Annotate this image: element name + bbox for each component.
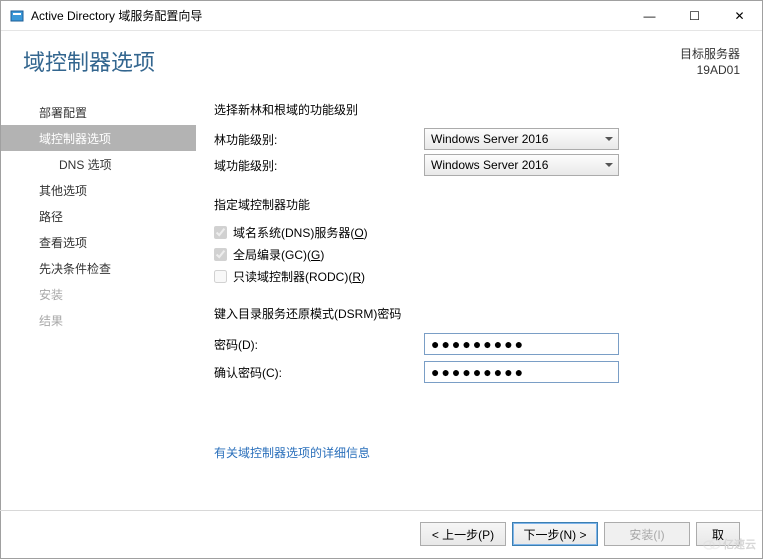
more-info-link-wrap: 有关域控制器选项的详细信息 xyxy=(214,444,740,461)
target-label: 目标服务器 xyxy=(680,47,740,63)
func-level-title: 选择新林和根域的功能级别 xyxy=(214,101,740,118)
dns-checkbox xyxy=(214,226,227,239)
body: 部署配置 域控制器选项 DNS 选项 其他选项 路径 查看选项 先决条件检查 安… xyxy=(1,91,762,486)
confirm-password-label: 确认密码(C): xyxy=(214,364,424,381)
wizard-buttons: < 上一步(P) 下一步(N) > 安装(I) 取 xyxy=(420,522,740,546)
nav-review[interactable]: 查看选项 xyxy=(1,229,196,255)
nav-dns-options[interactable]: DNS 选项 xyxy=(1,151,196,177)
target-value: 19AD01 xyxy=(680,63,740,79)
minimize-button[interactable]: — xyxy=(627,1,672,31)
app-icon xyxy=(9,8,25,24)
dsrm-title: 键入目录服务还原模式(DSRM)密码 xyxy=(214,305,740,322)
more-info-link[interactable]: 有关域控制器选项的详细信息 xyxy=(214,446,370,460)
nav-other-options[interactable]: 其他选项 xyxy=(1,177,196,203)
window-title: Active Directory 域服务配置向导 xyxy=(31,7,627,24)
maximize-button[interactable]: ☐ xyxy=(672,1,717,31)
confirm-password-field[interactable] xyxy=(424,361,619,383)
next-button[interactable]: 下一步(N) > xyxy=(512,522,598,546)
page-title: 域控制器选项 xyxy=(23,45,680,77)
forest-level-select[interactable] xyxy=(424,128,619,150)
dns-checkbox-label: 域名系统(DNS)服务器(O) xyxy=(233,224,368,241)
prev-button[interactable]: < 上一步(P) xyxy=(420,522,506,546)
gc-checkbox-label: 全局编录(GC)(G) xyxy=(233,246,324,263)
nav-paths[interactable]: 路径 xyxy=(1,203,196,229)
forest-level-label: 林功能级别: xyxy=(214,131,424,148)
nav-prereq[interactable]: 先决条件检查 xyxy=(1,255,196,281)
password-label: 密码(D): xyxy=(214,336,424,353)
watermark: 亿速云 xyxy=(703,536,756,552)
rodc-checkbox xyxy=(214,270,227,283)
domain-level-label: 域功能级别: xyxy=(214,157,424,174)
nav-install: 安装 xyxy=(1,281,196,307)
titlebar: Active Directory 域服务配置向导 — ☐ ✕ xyxy=(1,1,762,31)
nav-dc-options[interactable]: 域控制器选项 xyxy=(1,125,196,151)
nav-sidebar: 部署配置 域控制器选项 DNS 选项 其他选项 路径 查看选项 先决条件检查 安… xyxy=(1,91,196,486)
gc-checkbox xyxy=(214,248,227,261)
content-pane: 选择新林和根域的功能级别 林功能级别: 域功能级别: 指定域控制器功能 域名系统… xyxy=(196,91,762,486)
install-button: 安装(I) xyxy=(604,522,690,546)
nav-results: 结果 xyxy=(1,307,196,333)
close-button[interactable]: ✕ xyxy=(717,1,762,31)
domain-level-select[interactable] xyxy=(424,154,619,176)
nav-deploy-config[interactable]: 部署配置 xyxy=(1,99,196,125)
header: 域控制器选项 目标服务器 19AD01 xyxy=(1,31,762,91)
dc-caps-title: 指定域控制器功能 xyxy=(214,196,740,213)
target-server-box: 目标服务器 19AD01 xyxy=(680,45,740,78)
rodc-checkbox-label: 只读域控制器(RODC)(R) xyxy=(233,268,365,285)
password-field[interactable] xyxy=(424,333,619,355)
